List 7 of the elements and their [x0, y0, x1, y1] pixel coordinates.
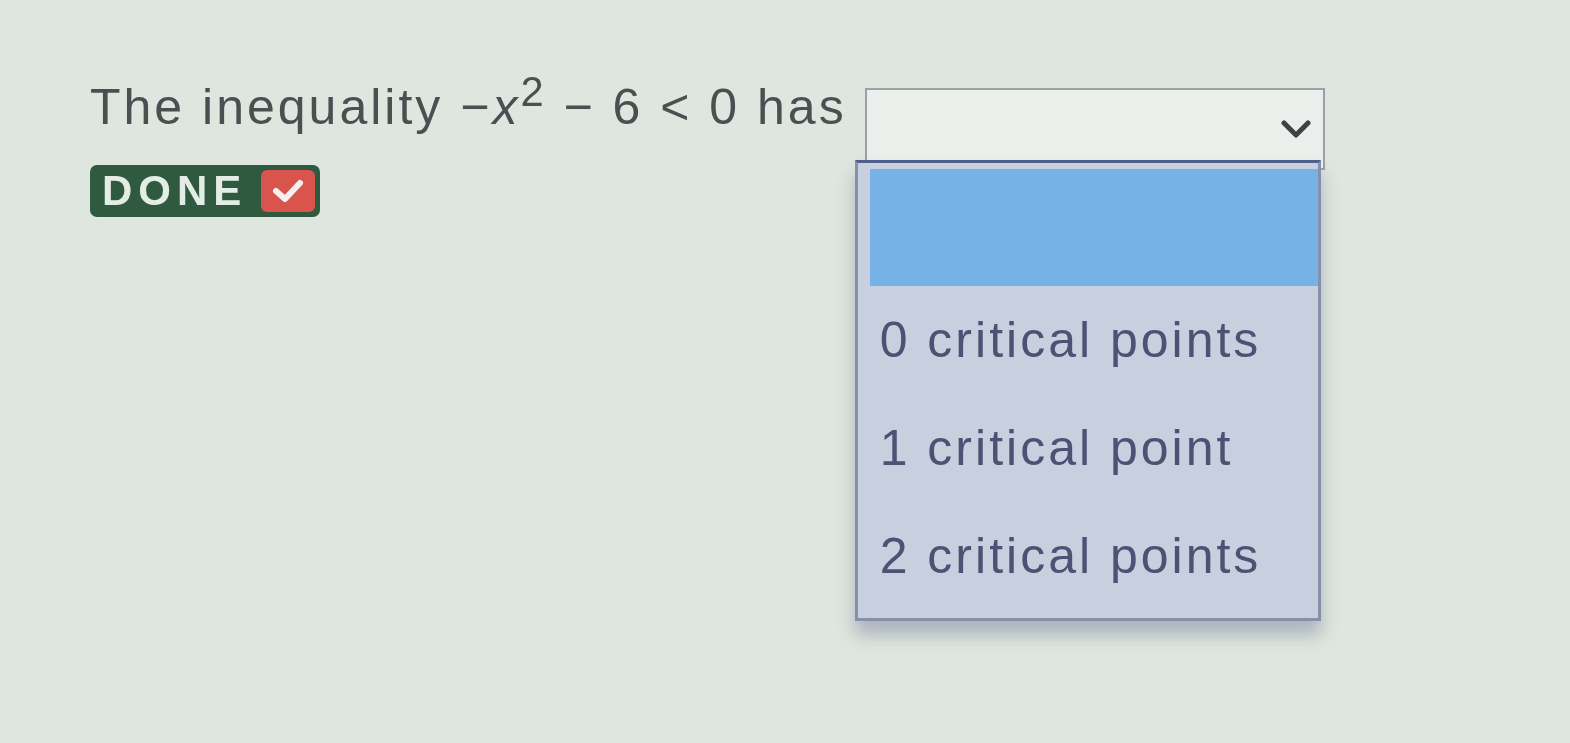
dropdown-option[interactable]: 1 critical point — [869, 394, 1318, 502]
check-icon — [261, 169, 316, 212]
question-text: The inequality −x$^{2}$ − 6 < 0 has — [90, 67, 847, 137]
dropdown-option[interactable]: 2 critical points — [869, 502, 1318, 610]
caret-icon — [1280, 119, 1311, 139]
dropdown-option[interactable]: 0 critical points — [869, 286, 1318, 394]
done-button[interactable]: DONE — [90, 164, 321, 217]
